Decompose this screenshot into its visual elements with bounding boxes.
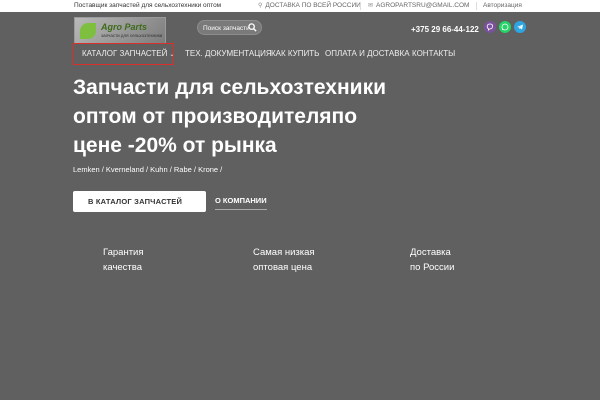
nav-item-payment-delivery[interactable]: ОПЛАТА И ДОСТАВКА [325,49,410,58]
mail-icon: ✉ [368,3,374,9]
feature-line: Самая низкая [253,247,315,258]
feature-line: по России [410,262,455,273]
nav-item-tech-docs[interactable]: ТЕХ. ДОКУМЕНТАЦИЯ [185,49,272,58]
hero-title-line: цене -20% от рынка [73,134,277,157]
hero-title: Запчасти для сельхозтехники оптом от про… [73,73,443,160]
hero-title-line: Запчасти для сельхозтехники [73,76,386,99]
logo[interactable]: Agro Parts запчасти для сельхозтехники [74,17,166,44]
search-input[interactable] [203,23,249,33]
logo-name: Agro Parts [101,22,148,32]
tagline: Поставщик запчастей для сельхозтехники о… [74,2,222,9]
about-company-link[interactable]: О КОМПАНИИ [215,196,267,210]
delivery-label: ДОСТАВКА ПО ВСЕЙ РОССИИ [265,2,361,9]
whatsapp-icon[interactable] [499,21,511,33]
header: Agro Parts запчасти для сельхозтехники +… [0,12,600,67]
main-nav: КАТАЛОГ ЗАПЧАСТЕЙ ⌄ ТЕХ. ДОКУМЕНТАЦИЯ КАК… [0,43,600,65]
feature-low-price: Самая низкая оптовая цена [253,245,315,275]
hero-title-line: оптом от производителяпо [73,105,358,128]
feature-quality: Гарантия качества [103,245,144,275]
feature-line: качества [103,262,142,273]
email-link[interactable]: ✉ AGROPARTSRU@GMAIL.COM [368,2,469,9]
feature-line: оптовая цена [253,262,313,273]
search-icon[interactable] [248,23,257,32]
divider [360,2,361,10]
catalog-button[interactable]: В КАТАЛОГ ЗАПЧАСТЕЙ [73,191,206,212]
feature-delivery: Доставка по России [410,245,454,275]
nav-item-how-to-buy[interactable]: КАК КУПИТЬ [271,49,319,58]
nav-item-label: КАТАЛОГ ЗАПЧАСТЕЙ [82,49,168,58]
chevron-down-icon: ⌄ [169,52,175,58]
location-pin-icon: ⚲ [258,3,263,9]
divider [476,2,477,10]
logo-subtitle: запчасти для сельхозтехники [101,33,163,38]
top-bar: Поставщик запчастей для сельхозтехники о… [0,0,600,12]
feature-line: Доставка [410,247,451,258]
leaf-icon [80,23,96,39]
feature-line: Гарантия [103,247,144,258]
nav-item-catalog[interactable]: КАТАЛОГ ЗАПЧАСТЕЙ ⌄ [73,43,174,65]
telegram-icon[interactable] [514,21,526,33]
delivery-link[interactable]: ⚲ ДОСТАВКА ПО ВСЕЙ РОССИИ [258,2,361,9]
login-link[interactable]: Авторизация [483,2,522,9]
phone-number[interactable]: +375 29 66-44-122 [411,25,479,34]
brand-list: Lemken / Kverneland / Kuhn / Rabe / Kron… [73,165,223,174]
email-label: AGROPARTSRU@GMAIL.COM [376,2,470,9]
search-box [197,20,262,35]
nav-item-contacts[interactable]: КОНТАКТЫ [412,49,455,58]
viber-icon[interactable] [484,21,496,33]
